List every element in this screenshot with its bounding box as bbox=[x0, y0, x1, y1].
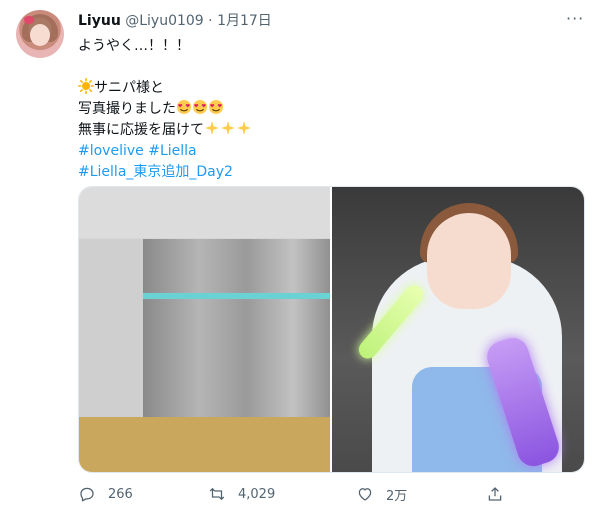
like-count: 2万 bbox=[386, 488, 408, 504]
hashtag-line-1[interactable]: #lovelive #Liella bbox=[78, 141, 252, 162]
sun-icon bbox=[78, 78, 94, 94]
retweet-button[interactable]: 4,029 bbox=[208, 482, 275, 506]
separator: · bbox=[208, 13, 213, 29]
display-name[interactable]: Liyuu bbox=[78, 13, 121, 29]
tweet: Liyuu @Liyu0109 · 1月17日 ··· ようやく…！！！ サニパ… bbox=[0, 0, 599, 516]
sparkles-icon bbox=[221, 121, 235, 135]
heart-eyes-icon bbox=[193, 100, 207, 114]
like-button[interactable]: 2万 bbox=[356, 482, 407, 506]
heart-eyes-icon bbox=[209, 100, 223, 114]
tweet-header: Liyuu @Liyu0109 · 1月17日 bbox=[78, 12, 272, 30]
photo-left[interactable] bbox=[79, 187, 330, 472]
elevator-light bbox=[143, 293, 330, 299]
heart-icon bbox=[358, 488, 372, 501]
avatar-bow bbox=[24, 16, 34, 24]
photo-right[interactable] bbox=[332, 187, 584, 472]
text-line-3: 写真撮りました bbox=[78, 99, 252, 120]
tweet-date[interactable]: 1月17日 bbox=[217, 13, 272, 29]
text-line-1: ようやく…！！！ bbox=[78, 38, 190, 54]
reply-button[interactable]: 266 bbox=[78, 482, 133, 506]
elevator-door bbox=[143, 239, 330, 439]
action-bar: 266 4,029 2万 bbox=[78, 482, 583, 506]
share-icon bbox=[488, 487, 502, 501]
sparkles-icon bbox=[237, 121, 251, 135]
share-button[interactable] bbox=[486, 482, 516, 506]
sparkles-icon bbox=[205, 121, 219, 135]
avatar[interactable] bbox=[16, 10, 64, 58]
reply-count: 266 bbox=[108, 486, 133, 502]
hashtag-line-2[interactable]: #Liella_東京追加_Day2 bbox=[78, 162, 252, 183]
text-line-4: 無事に応援を届けて bbox=[78, 120, 252, 141]
avatar-face bbox=[30, 24, 50, 46]
tweet-text: ようやく…！！！ サニパ様と 写真撮りました 無事に応援を届けて #loveli… bbox=[78, 36, 252, 183]
text-line-2: サニパ様と bbox=[78, 78, 252, 99]
retweet-count: 4,029 bbox=[238, 486, 276, 502]
person-face bbox=[427, 213, 511, 309]
retweet-icon bbox=[209, 487, 225, 501]
media-grid bbox=[78, 186, 585, 473]
heart-eyes-icon bbox=[177, 100, 191, 114]
floor bbox=[79, 417, 330, 472]
reply-icon bbox=[80, 487, 94, 502]
more-options-icon[interactable]: ··· bbox=[566, 11, 584, 27]
handle[interactable]: @Liyu0109 bbox=[125, 13, 203, 29]
